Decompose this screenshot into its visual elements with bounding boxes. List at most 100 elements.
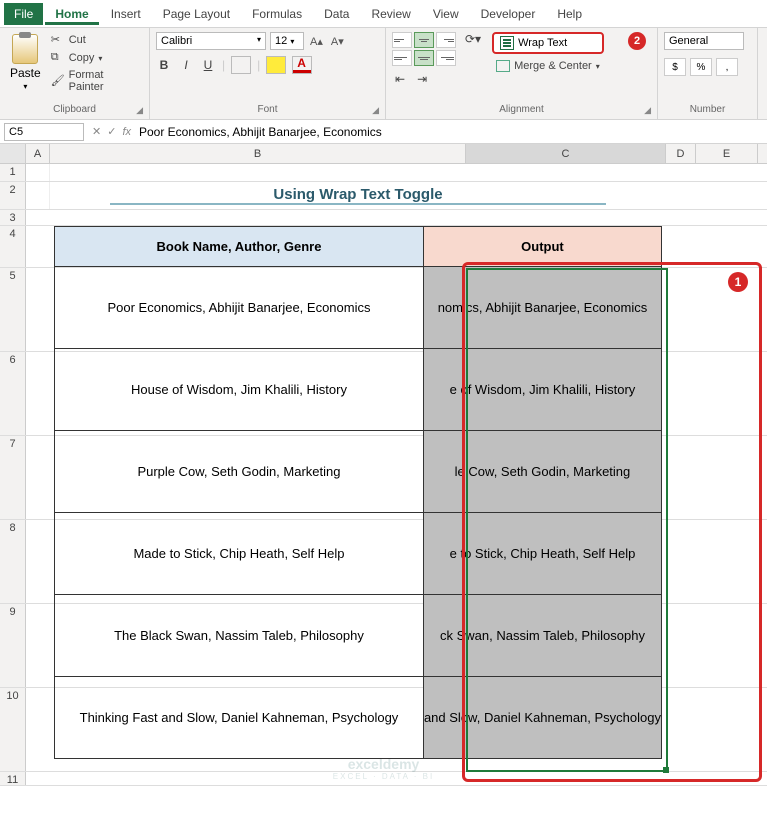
merge-icon bbox=[496, 60, 510, 72]
row-header-5[interactable]: 5 bbox=[0, 268, 26, 351]
wrap-text-button[interactable]: Wrap Text bbox=[492, 32, 604, 54]
tab-page-layout[interactable]: Page Layout bbox=[153, 3, 240, 25]
table-row[interactable]: Poor Economics, Abhijit Banarjee, Econom… bbox=[55, 267, 662, 349]
align-right-button[interactable] bbox=[436, 50, 456, 66]
row-header-11[interactable]: 11 bbox=[0, 772, 26, 785]
callout-step-1: 1 bbox=[728, 272, 748, 292]
col-header-b[interactable]: B bbox=[50, 144, 466, 163]
tab-help[interactable]: Help bbox=[547, 3, 592, 25]
increase-font-button[interactable]: A▴ bbox=[308, 35, 325, 48]
row-header-7[interactable]: 7 bbox=[0, 436, 26, 519]
enter-formula-icon[interactable]: ✓ bbox=[107, 125, 116, 138]
cell-b10[interactable]: Thinking Fast and Slow, Daniel Kahneman,… bbox=[55, 677, 424, 759]
copy-icon: ⧉ bbox=[51, 51, 65, 65]
cell-c9[interactable]: ck Swan, Nassim Taleb, Philosophy bbox=[423, 595, 661, 677]
tab-insert[interactable]: Insert bbox=[101, 3, 151, 25]
decrease-font-button[interactable]: A▾ bbox=[329, 35, 346, 48]
group-alignment: ⇤ ⇥ ⟳▾ Wrap Text Merge & Center ▾ Alignm… bbox=[386, 28, 658, 119]
paste-label: Paste bbox=[10, 66, 41, 80]
tab-developer[interactable]: Developer bbox=[471, 3, 546, 25]
tab-data[interactable]: Data bbox=[314, 3, 359, 25]
paste-icon bbox=[12, 34, 38, 64]
cell-b8[interactable]: Made to Stick, Chip Heath, Self Help bbox=[55, 513, 424, 595]
fx-icon[interactable]: fx bbox=[122, 126, 131, 138]
col-header-a[interactable]: A bbox=[26, 144, 50, 163]
clipboard-launcher-icon[interactable]: ◢ bbox=[136, 105, 143, 116]
cell-c7[interactable]: le Cow, Seth Godin, Marketing bbox=[423, 431, 661, 513]
copy-button[interactable]: ⧉Copy ▾ bbox=[49, 50, 143, 66]
paste-button[interactable]: Paste ▾ bbox=[6, 32, 45, 94]
format-painter-button[interactable]: 🖌Format Painter bbox=[49, 68, 143, 94]
tab-file[interactable]: File bbox=[4, 3, 43, 25]
comma-button[interactable]: , bbox=[716, 58, 738, 76]
cell-b7[interactable]: Purple Cow, Seth Godin, Marketing bbox=[55, 431, 424, 513]
col-header-e[interactable]: E bbox=[696, 144, 758, 163]
row-header-4[interactable]: 4 bbox=[0, 226, 26, 267]
group-font: Calibri ▾ 12 ▾ A▴ A▾ B I U | | A Font◢ bbox=[150, 28, 386, 119]
row-header-9[interactable]: 9 bbox=[0, 604, 26, 687]
align-top-center-button[interactable] bbox=[414, 32, 434, 48]
name-box[interactable] bbox=[4, 123, 84, 141]
row-header-8[interactable]: 8 bbox=[0, 520, 26, 603]
align-left-button[interactable] bbox=[392, 50, 412, 66]
percent-button[interactable]: % bbox=[690, 58, 712, 76]
cell-c5[interactable]: nomics, Abhijit Banarjee, Economics bbox=[423, 267, 661, 349]
ribbon-tab-bar: File Home Insert Page Layout Formulas Da… bbox=[0, 0, 767, 28]
scissors-icon: ✂ bbox=[51, 33, 65, 47]
tab-formulas[interactable]: Formulas bbox=[242, 3, 312, 25]
row-header-3[interactable]: 3 bbox=[0, 210, 26, 225]
italic-button[interactable]: I bbox=[178, 56, 194, 74]
select-all-corner[interactable] bbox=[0, 144, 26, 163]
number-format-select[interactable]: General bbox=[664, 32, 744, 50]
col-header-c[interactable]: C bbox=[466, 144, 666, 163]
tab-home[interactable]: Home bbox=[45, 3, 98, 25]
font-size-select[interactable]: 12 ▾ bbox=[270, 32, 304, 50]
group-number: General $ % , Number bbox=[658, 28, 758, 119]
tab-view[interactable]: View bbox=[423, 3, 469, 25]
currency-button[interactable]: $ bbox=[664, 58, 686, 76]
table-row[interactable]: Made to Stick, Chip Heath, Self Helpe to… bbox=[55, 513, 662, 595]
align-top-left-button[interactable] bbox=[392, 32, 412, 48]
table-row[interactable]: The Black Swan, Nassim Taleb, Philosophy… bbox=[55, 595, 662, 677]
header-output-column: Output bbox=[423, 227, 661, 267]
worksheet[interactable]: 1 2 Using Wrap Text Toggle 3 4 5 6 7 8 9… bbox=[0, 164, 767, 786]
font-name-select[interactable]: Calibri ▾ bbox=[156, 32, 266, 50]
font-color-button[interactable]: A bbox=[292, 56, 312, 74]
cut-button[interactable]: ✂Cut bbox=[49, 32, 143, 48]
cell-c10[interactable]: and Slow, Daniel Kahneman, Psychology bbox=[423, 677, 661, 759]
increase-indent-button[interactable]: ⇥ bbox=[414, 70, 430, 88]
decrease-indent-button[interactable]: ⇤ bbox=[392, 70, 408, 88]
align-top-right-button[interactable] bbox=[436, 32, 456, 48]
table-row[interactable]: Purple Cow, Seth Godin, Marketingle Cow,… bbox=[55, 431, 662, 513]
tab-review[interactable]: Review bbox=[361, 3, 420, 25]
col-header-d[interactable]: D bbox=[666, 144, 696, 163]
callout-step-2: 2 bbox=[628, 32, 646, 50]
cell-b9[interactable]: The Black Swan, Nassim Taleb, Philosophy bbox=[55, 595, 424, 677]
font-launcher-icon[interactable]: ◢ bbox=[372, 105, 379, 116]
row-header-10[interactable]: 10 bbox=[0, 688, 26, 771]
row-header-6[interactable]: 6 bbox=[0, 352, 26, 435]
orientation-button[interactable]: ⟳▾ bbox=[462, 30, 484, 48]
merge-center-button[interactable]: Merge & Center ▾ bbox=[492, 58, 604, 74]
align-center-button[interactable] bbox=[414, 50, 434, 66]
table-row[interactable]: House of Wisdom, Jim Khalili, Historye o… bbox=[55, 349, 662, 431]
cell-c6[interactable]: e of Wisdom, Jim Khalili, History bbox=[423, 349, 661, 431]
formula-bar-row: ✕ ✓ fx bbox=[0, 120, 767, 144]
formula-bar[interactable] bbox=[137, 123, 763, 141]
bold-button[interactable]: B bbox=[156, 56, 172, 74]
data-table: Book Name, Author, Genre Output Poor Eco… bbox=[54, 226, 662, 759]
cancel-formula-icon[interactable]: ✕ bbox=[92, 125, 101, 138]
cell-b6[interactable]: House of Wisdom, Jim Khalili, History bbox=[55, 349, 424, 431]
table-row[interactable]: Thinking Fast and Slow, Daniel Kahneman,… bbox=[55, 677, 662, 759]
header-book-column: Book Name, Author, Genre bbox=[55, 227, 424, 267]
borders-button[interactable] bbox=[231, 56, 251, 74]
row-header-1[interactable]: 1 bbox=[0, 164, 26, 181]
row-header-2[interactable]: 2 bbox=[0, 182, 26, 209]
underline-button[interactable]: U bbox=[200, 56, 216, 74]
alignment-launcher-icon[interactable]: ◢ bbox=[644, 105, 651, 116]
watermark: exceldemy EXCEL · DATA · BI bbox=[333, 756, 434, 781]
group-number-label: Number bbox=[690, 104, 726, 115]
cell-b5[interactable]: Poor Economics, Abhijit Banarjee, Econom… bbox=[55, 267, 424, 349]
fill-color-button[interactable] bbox=[266, 56, 286, 74]
cell-c8[interactable]: e to Stick, Chip Heath, Self Help bbox=[423, 513, 661, 595]
